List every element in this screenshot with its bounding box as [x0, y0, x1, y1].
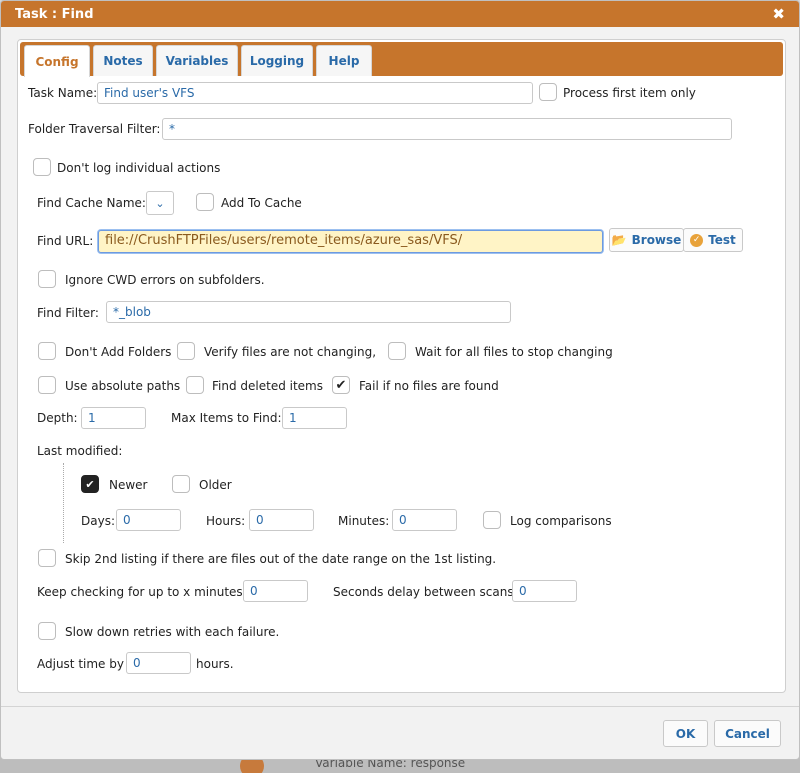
hours-input[interactable]: 0 — [249, 509, 314, 531]
test-label: Test — [708, 233, 736, 247]
tab-variables[interactable]: Variables — [156, 45, 238, 76]
check-circle-icon: ✓ — [690, 233, 704, 247]
ok-button[interactable]: OK — [663, 720, 708, 747]
tab-logging[interactable]: Logging — [241, 45, 313, 76]
adjust-time-label: Adjust time by — [37, 657, 124, 671]
dont-log-checkbox[interactable] — [33, 158, 51, 176]
dont-add-folders-label: Don't Add Folders — [65, 345, 172, 359]
browse-button[interactable]: 📂 Browse — [609, 228, 684, 252]
find-deleted-checkbox[interactable] — [186, 376, 204, 394]
task-find-dialog: Task : Find ✖ Config Notes Variables Log… — [0, 0, 800, 760]
tab-notes[interactable]: Notes — [93, 45, 153, 76]
find-cache-select[interactable]: ⌄ — [146, 191, 174, 215]
last-modified-label: Last modified: — [37, 444, 123, 458]
fail-no-files-label: Fail if no files are found — [359, 379, 499, 393]
hours-label: Hours: — [206, 514, 246, 528]
depth-label: Depth: — [37, 411, 78, 425]
find-filter-label: Find Filter: — [37, 306, 99, 320]
tab-config[interactable]: Config — [24, 45, 90, 77]
days-label: Days: — [81, 514, 115, 528]
days-input[interactable]: 0 — [116, 509, 181, 531]
process-first-checkbox[interactable] — [539, 83, 557, 101]
task-name-label: Task Name: — [28, 86, 98, 100]
last-modified-group-line — [63, 463, 64, 543]
seconds-delay-input[interactable]: 0 — [512, 580, 577, 602]
find-url-input[interactable]: file://CrushFTPFiles/users/remote_items/… — [98, 230, 603, 253]
dont-log-label: Don't log individual actions — [57, 161, 221, 175]
find-deleted-label: Find deleted items — [212, 379, 323, 393]
find-cache-label: Find Cache Name: — [37, 196, 146, 210]
minutes-label: Minutes: — [338, 514, 390, 528]
folder-traversal-input[interactable]: * — [162, 118, 732, 140]
test-button[interactable]: ✓ Test — [683, 228, 743, 252]
skip-2nd-label: Skip 2nd listing if there are files out … — [65, 552, 497, 566]
newer-label: Newer — [109, 478, 148, 492]
folder-traversal-label: Folder Traversal Filter: — [28, 122, 161, 136]
wait-all-label: Wait for all files to stop changing — [415, 345, 613, 359]
log-comparisons-label: Log comparisons — [510, 514, 612, 528]
process-first-label: Process first item only — [563, 86, 696, 100]
keep-checking-label: Keep checking for up to x minutes: — [37, 585, 247, 599]
tab-bar: Config Notes Variables Logging Help — [20, 42, 783, 77]
ignore-cwd-checkbox[interactable] — [38, 270, 56, 288]
older-label: Older — [199, 478, 232, 492]
skip-2nd-checkbox[interactable] — [38, 549, 56, 567]
add-to-cache-label: Add To Cache — [221, 196, 302, 210]
max-items-label: Max Items to Find: — [171, 411, 282, 425]
folder-icon: 📂 — [611, 233, 627, 247]
slow-down-checkbox[interactable] — [38, 622, 56, 640]
max-items-input[interactable]: 1 — [282, 407, 347, 429]
minutes-input[interactable]: 0 — [392, 509, 457, 531]
ignore-cwd-label: Ignore CWD errors on subfolders. — [65, 273, 265, 287]
keep-checking-input[interactable]: 0 — [243, 580, 308, 602]
absolute-paths-checkbox[interactable] — [38, 376, 56, 394]
verify-files-checkbox[interactable] — [177, 342, 195, 360]
depth-input[interactable]: 1 — [81, 407, 146, 429]
adjust-time-input[interactable]: 0 — [126, 652, 191, 674]
wait-all-checkbox[interactable] — [388, 342, 406, 360]
dialog-title: Task : Find — [15, 6, 94, 22]
log-comparisons-checkbox[interactable] — [483, 511, 501, 529]
close-icon[interactable]: ✖ — [772, 5, 785, 23]
cancel-button[interactable]: Cancel — [714, 720, 781, 747]
tab-help[interactable]: Help — [316, 45, 372, 76]
adjust-time-suffix: hours. — [196, 657, 234, 671]
dialog-titlebar: Task : Find ✖ — [1, 1, 799, 27]
chevron-down-icon: ⌄ — [155, 196, 165, 210]
absolute-paths-label: Use absolute paths — [65, 379, 181, 393]
add-to-cache-checkbox[interactable] — [196, 193, 214, 211]
dont-add-folders-checkbox[interactable] — [38, 342, 56, 360]
fail-no-files-checkbox[interactable]: ✔ — [332, 376, 350, 394]
newer-checkbox[interactable]: ✔ — [81, 475, 99, 493]
verify-files-label: Verify files are not changing, — [204, 345, 377, 359]
browse-label: Browse — [631, 233, 682, 247]
task-name-input[interactable]: Find user's VFS — [97, 82, 533, 104]
footer-divider — [1, 706, 799, 707]
slow-down-label: Slow down retries with each failure. — [65, 625, 280, 639]
seconds-delay-label: Seconds delay between scans: — [333, 585, 518, 599]
older-checkbox[interactable] — [172, 475, 190, 493]
find-filter-input[interactable]: *_blob — [106, 301, 511, 323]
find-url-label: Find URL: — [37, 234, 94, 248]
